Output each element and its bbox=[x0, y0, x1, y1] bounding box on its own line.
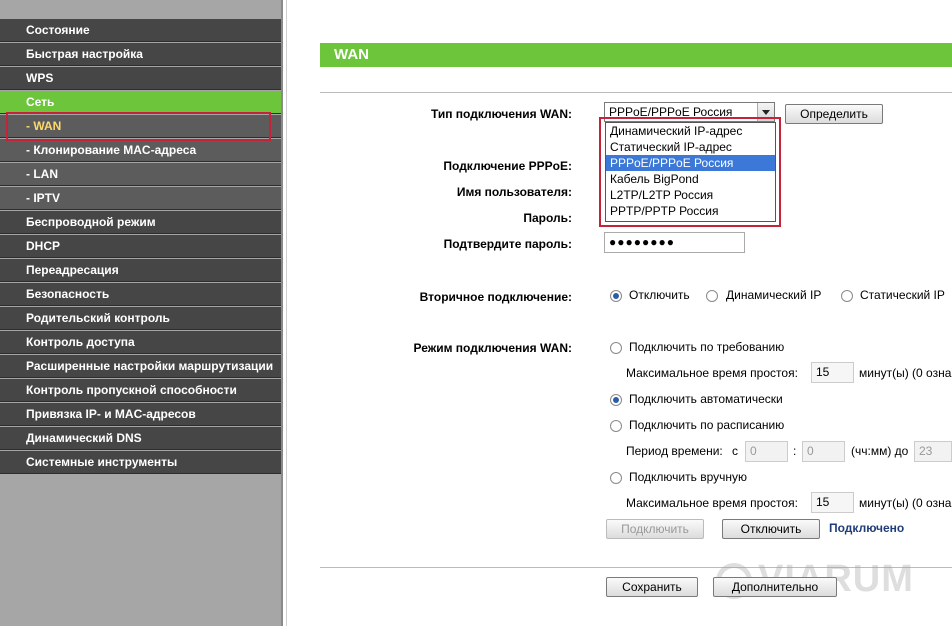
sidebar-item-system-tools[interactable]: Системные инструменты bbox=[0, 451, 281, 474]
secondary-disable-radio[interactable] bbox=[610, 290, 622, 302]
secondary-connection-label: Вторичное подключение: bbox=[419, 290, 572, 304]
detect-button[interactable]: Определить bbox=[785, 104, 883, 124]
wan-type-value: PPPoE/PPPoE Россия bbox=[609, 105, 733, 119]
dropdown-option[interactable]: L2TP/L2TP Россия bbox=[606, 187, 775, 203]
sidebar-item-dhcp[interactable]: DHCP bbox=[0, 235, 281, 258]
dropdown-option[interactable]: Динамический IP-адрес bbox=[606, 123, 775, 139]
max-idle-label: Максимальное время простоя: bbox=[626, 366, 798, 380]
wan-type-select[interactable]: PPPoE/PPPoE Россия bbox=[604, 102, 775, 122]
advanced-button[interactable]: Дополнительно bbox=[713, 577, 837, 597]
sidebar-item-parental-control[interactable]: Родительский контроль bbox=[0, 307, 281, 330]
mode-manual-radio[interactable] bbox=[610, 472, 622, 484]
max-idle-field-2[interactable]: 15 bbox=[811, 492, 854, 513]
disconnect-button[interactable]: Отключить bbox=[722, 519, 820, 539]
period-from-hour-field[interactable]: 0 bbox=[745, 441, 788, 462]
divider bbox=[286, 0, 287, 626]
secondary-static-radio[interactable] bbox=[841, 290, 853, 302]
dropdown-option[interactable]: Статический IP-адрес bbox=[606, 139, 775, 155]
mode-schedule-radio[interactable] bbox=[610, 420, 622, 432]
sidebar-item-wps[interactable]: WPS bbox=[0, 67, 281, 90]
sidebar-item-mac-clone[interactable]: - Клонирование MAC-адреса bbox=[0, 139, 281, 162]
mode-on-demand-radio[interactable] bbox=[610, 342, 622, 354]
max-idle-label-2: Максимальное время простоя: bbox=[626, 496, 798, 510]
sidebar-item-bandwidth-control[interactable]: Контроль пропускной способности bbox=[0, 379, 281, 402]
connect-button[interactable]: Подключить bbox=[606, 519, 704, 539]
mode-auto-label: Подключить автоматически bbox=[629, 392, 783, 406]
minutes-suffix-2: минут(ы) (0 озна bbox=[859, 496, 952, 510]
username-label: Имя пользователя: bbox=[456, 185, 572, 199]
sidebar-item-lan[interactable]: - LAN bbox=[0, 163, 281, 186]
wan-type-dropdown[interactable]: Динамический IP-адрес Статический IP-адр… bbox=[605, 122, 776, 222]
password-label: Пароль: bbox=[523, 211, 572, 225]
page-title: WAN bbox=[320, 43, 952, 67]
period-colon: : bbox=[793, 444, 797, 458]
sidebar-item-status[interactable]: Состояние bbox=[0, 19, 281, 42]
divider bbox=[320, 92, 952, 93]
sidebar-item-forwarding[interactable]: Переадресация bbox=[0, 259, 281, 282]
period-from-minute-field[interactable]: 0 bbox=[802, 441, 845, 462]
period-label: Период времени: bbox=[626, 444, 723, 458]
connection-status: Подключено bbox=[829, 521, 905, 535]
sidebar-item-network[interactable]: Сеть bbox=[0, 91, 281, 114]
mode-on-demand-label: Подключить по требованию bbox=[629, 340, 785, 354]
mode-manual-label: Подключить вручную bbox=[629, 470, 747, 484]
period-to-hour-field[interactable]: 23 bbox=[914, 441, 952, 462]
sidebar-item-security[interactable]: Безопасность bbox=[0, 283, 281, 306]
chevron-down-icon[interactable] bbox=[757, 103, 774, 121]
save-button[interactable]: Сохранить bbox=[606, 577, 698, 597]
sidebar-item-wan[interactable]: - WAN bbox=[0, 115, 281, 138]
pppoe-label: Подключение PPPoE: bbox=[443, 159, 572, 173]
period-from-prefix: с bbox=[732, 444, 738, 458]
dropdown-option[interactable]: PPPoE/PPPoE Россия bbox=[606, 155, 775, 171]
wan-type-label: Тип подключения WAN: bbox=[430, 107, 572, 121]
sidebar-item-ddns[interactable]: Динамический DNS bbox=[0, 427, 281, 450]
sidebar-item-wireless[interactable]: Беспроводной режим bbox=[0, 211, 281, 234]
minutes-suffix: минут(ы) (0 озна bbox=[859, 366, 952, 380]
secondary-disable-label: Отключить bbox=[629, 288, 690, 302]
max-idle-field[interactable]: 15 bbox=[811, 362, 854, 383]
confirm-password-field[interactable]: ●●●●●●●● bbox=[604, 232, 745, 253]
confirm-password-label: Подтвердите пароль: bbox=[443, 237, 572, 251]
secondary-dynamic-label: Динамический IP bbox=[726, 288, 822, 302]
wan-mode-label: Режим подключения WAN: bbox=[413, 341, 572, 355]
sidebar-item-iptv[interactable]: - IPTV bbox=[0, 187, 281, 210]
sidebar: Состояние Быстрая настройка WPS Сеть - W… bbox=[0, 0, 283, 626]
mode-auto-radio[interactable] bbox=[610, 394, 622, 406]
sidebar-item-advanced-routing[interactable]: Расширенные настройки маршрутизации bbox=[0, 355, 281, 378]
secondary-static-label: Статический IP bbox=[860, 288, 945, 302]
period-format: (чч:мм) до bbox=[851, 444, 909, 458]
dropdown-option[interactable]: Кабель BigPond bbox=[606, 171, 775, 187]
secondary-dynamic-radio[interactable] bbox=[706, 290, 718, 302]
sidebar-item-quick-setup[interactable]: Быстрая настройка bbox=[0, 43, 281, 66]
sidebar-item-access-control[interactable]: Контроль доступа bbox=[0, 331, 281, 354]
sidebar-item-ip-mac-binding[interactable]: Привязка IP- и MAC-адресов bbox=[0, 403, 281, 426]
mode-schedule-label: Подключить по расписанию bbox=[629, 418, 785, 432]
dropdown-option[interactable]: PPTP/PPTP Россия bbox=[606, 203, 775, 219]
